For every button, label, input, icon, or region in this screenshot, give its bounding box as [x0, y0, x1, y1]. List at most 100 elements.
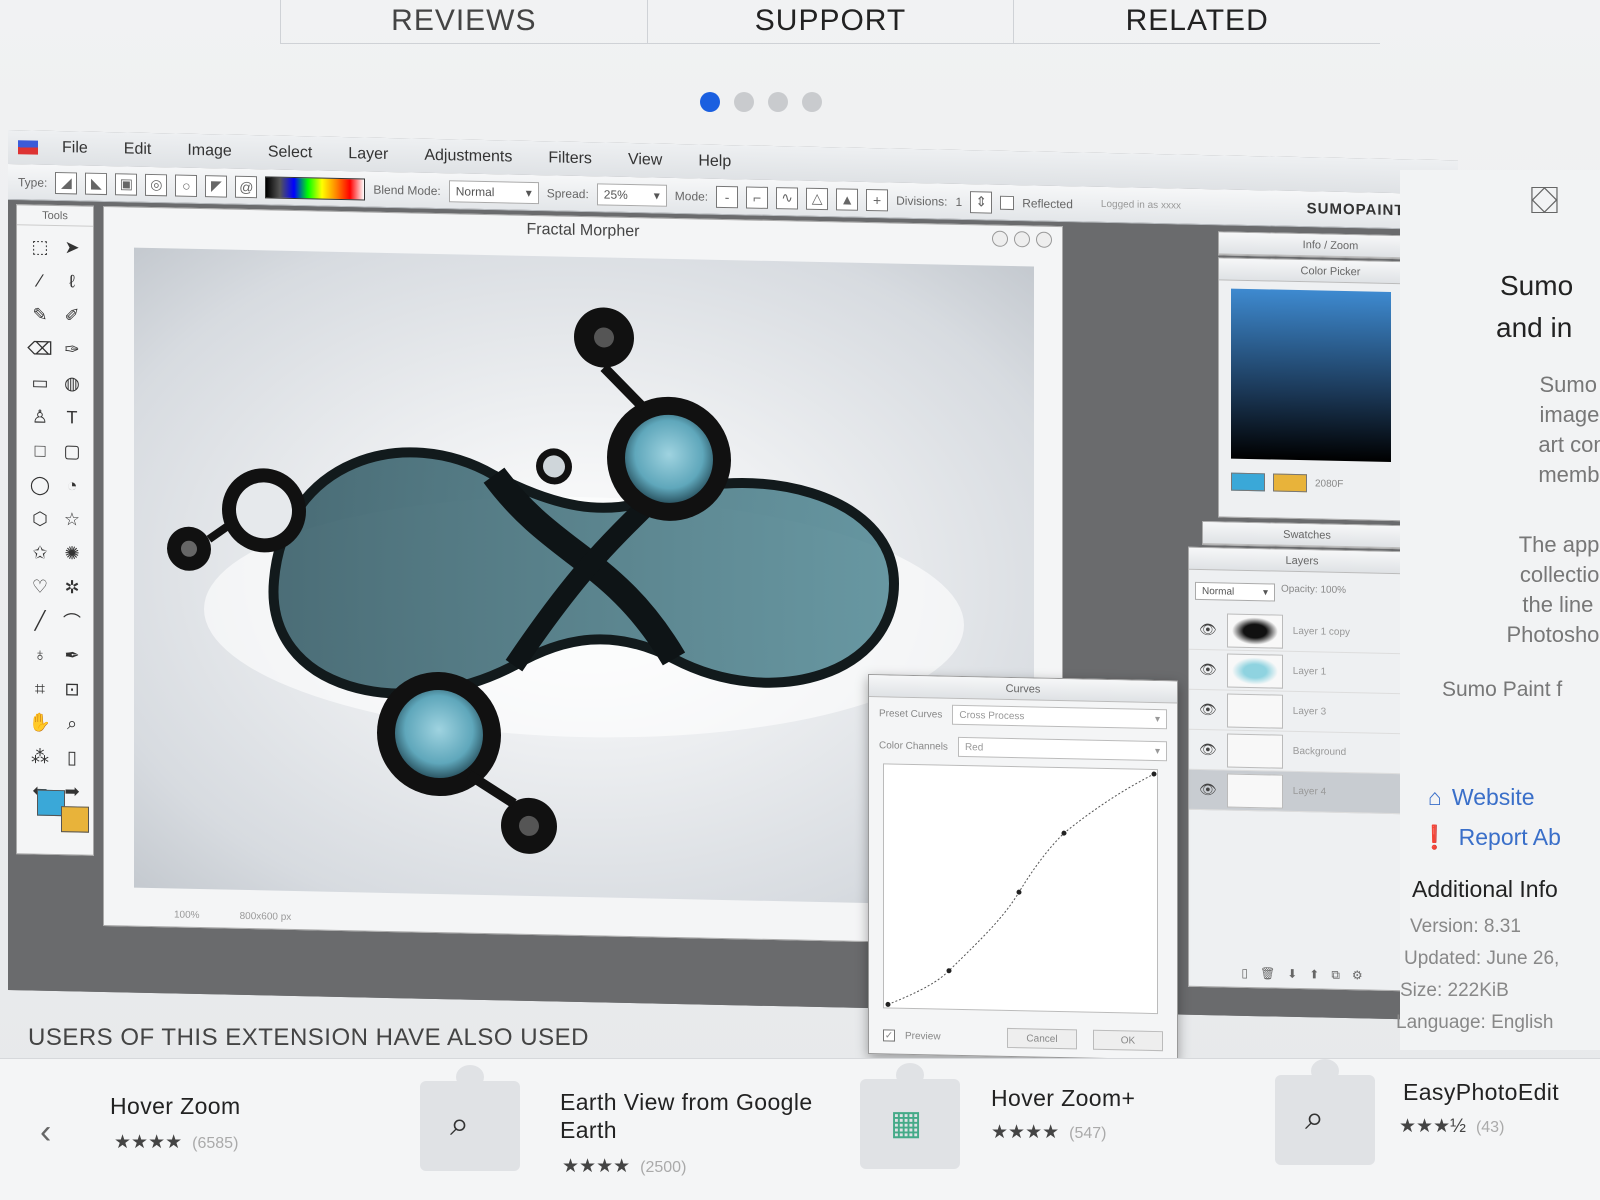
menu-adjustments[interactable]: Adjustments	[424, 147, 512, 167]
hand-tool-icon[interactable]: ✋	[27, 709, 53, 736]
menu-edit[interactable]: Edit	[124, 140, 152, 159]
mode-triangle-icon[interactable]: △	[806, 187, 829, 210]
text-tool-icon[interactable]: T	[59, 404, 85, 431]
layer-row[interactable]: 👁 Layer 4	[1189, 769, 1415, 815]
duplicate-layer-icon[interactable]: ⧉	[1331, 968, 1340, 983]
fill-tool-icon[interactable]: ◍	[59, 370, 85, 397]
picker-tool-icon[interactable]: ⁂	[27, 743, 53, 770]
gear-tool-icon[interactable]: ✲	[59, 574, 85, 601]
channel-select[interactable]: Red ▾	[957, 736, 1167, 762]
reflected-checkbox[interactable]	[1000, 195, 1015, 210]
swatches-panel[interactable]: Swatches	[1202, 521, 1412, 550]
carousel-dot[interactable]	[802, 92, 822, 112]
layer-row[interactable]: 👁 Background	[1189, 729, 1415, 775]
stamp-tool-icon[interactable]: ♙	[27, 403, 53, 430]
rounded-rect-tool-icon[interactable]: ▢	[59, 438, 85, 465]
eye-icon[interactable]: 👁	[1199, 741, 1217, 758]
blend-mode-select[interactable]: Normal ▾	[448, 179, 539, 204]
eye-icon[interactable]: 👁	[1199, 781, 1217, 798]
carousel-dot[interactable]	[700, 92, 720, 112]
gradient-tool-icon[interactable]: ▭	[27, 369, 53, 396]
eye-icon[interactable]: 👁	[1199, 661, 1217, 678]
cancel-button[interactable]: Cancel	[1007, 1027, 1077, 1050]
eye-icon[interactable]: 👁	[1199, 701, 1217, 718]
related-card[interactable]: Hover Zoom ★★★★ (6585) ⌕	[100, 1059, 530, 1200]
gradient-swatch[interactable]	[265, 175, 366, 200]
picker-bg-swatch[interactable]	[1273, 473, 1307, 493]
brush-tool-icon[interactable]: ✐	[59, 302, 85, 329]
gradient-spiral-icon[interactable]: @	[235, 175, 258, 198]
tab-related[interactable]: RELATED	[1013, 0, 1380, 43]
curve-point[interactable]	[885, 1001, 891, 1007]
eye-icon[interactable]: 👁	[1199, 621, 1217, 638]
wand-tool-icon[interactable]: ⁄	[27, 267, 53, 294]
rectangle-tool-icon[interactable]: □	[27, 437, 53, 464]
spread-input[interactable]: 25% ▾	[596, 182, 667, 207]
tab-reviews[interactable]: REVIEWS	[280, 0, 647, 43]
mode-flat-icon[interactable]: -	[716, 185, 739, 208]
report-abuse-link[interactable]: ❗ Report Ab	[1420, 824, 1561, 851]
gradient-reflect-icon[interactable]: ◣	[85, 172, 108, 195]
divisions-stepper[interactable]: ⇕	[970, 190, 993, 214]
shape-tool-icon[interactable]: ◔	[59, 472, 85, 499]
picker-fg-swatch[interactable]	[1231, 472, 1265, 492]
layer-opacity[interactable]: Opacity: 100%	[1281, 584, 1346, 603]
lasso-tool-icon[interactable]: ℓ	[59, 268, 85, 295]
menu-filters[interactable]: Filters	[548, 149, 592, 168]
heart-tool-icon[interactable]: ♡	[27, 573, 53, 600]
gradient-radial-icon[interactable]: ◎	[145, 173, 168, 196]
preset-select[interactable]: Cross Process ▾	[952, 704, 1167, 730]
gradient-ring-icon[interactable]: ○	[175, 174, 198, 197]
divisions-value[interactable]: 1	[956, 194, 963, 208]
marquee-tool-icon[interactable]: ⬚	[27, 233, 53, 260]
layer-settings-icon[interactable]: ⚙	[1352, 968, 1363, 983]
mode-step-icon[interactable]: ⌐	[746, 185, 769, 209]
menu-view[interactable]: View	[628, 151, 662, 170]
delete-layer-icon[interactable]: 🗑	[1260, 966, 1275, 981]
gradient-linear-icon[interactable]: ◢	[55, 171, 78, 194]
close-icon[interactable]	[1036, 231, 1052, 248]
zoom-tool-icon[interactable]: ⌕	[59, 710, 85, 737]
line-tool-icon[interactable]: ╱	[27, 607, 53, 634]
burst-tool-icon[interactable]: ✺	[59, 540, 85, 567]
slice-tool-icon[interactable]: ⊡	[59, 676, 85, 703]
dropper-tool-icon[interactable]: ♁	[27, 641, 53, 668]
bucket-tool-icon[interactable]: ▯	[59, 744, 85, 771]
star-tool-icon[interactable]: ☆	[59, 506, 85, 533]
curve-tool-icon[interactable]: ⌒	[59, 608, 85, 635]
menu-select[interactable]: Select	[268, 143, 312, 162]
menu-help[interactable]: Help	[698, 152, 731, 171]
crop-tool-icon[interactable]: ⌗	[27, 675, 53, 702]
layer-row[interactable]: 👁 Layer 3	[1189, 689, 1415, 735]
pen-tool-icon[interactable]: ✒	[59, 642, 85, 669]
menu-file[interactable]: File	[62, 139, 88, 158]
chevron-left-icon[interactable]: ‹	[40, 1113, 51, 1152]
star2-tool-icon[interactable]: ✩	[27, 539, 53, 566]
menu-layer[interactable]: Layer	[348, 145, 388, 164]
pencil-tool-icon[interactable]: ✎	[27, 301, 53, 328]
background-color[interactable]	[61, 806, 89, 833]
mode-wave-icon[interactable]: ∿	[776, 186, 799, 210]
layer-row[interactable]: 👁 Layer 1 copy	[1189, 609, 1415, 655]
related-card[interactable]: EasyPhotoEdit ★★★½ (43)	[1395, 1059, 1600, 1200]
smudge-tool-icon[interactable]: ✑	[59, 336, 85, 363]
gradient-square-icon[interactable]: ▣	[115, 172, 138, 196]
eraser-tool-icon[interactable]: ⌫	[27, 335, 53, 362]
move-tool-icon[interactable]: ➤	[59, 234, 85, 261]
layer-blend-select[interactable]: Normal ▾	[1195, 581, 1275, 602]
layer-down-icon[interactable]: ⬇	[1287, 967, 1297, 982]
curves-graph[interactable]	[883, 763, 1158, 1015]
gradient-angle-icon[interactable]: ◤	[205, 174, 228, 198]
preview-checkbox[interactable]: ✓	[883, 1029, 895, 1042]
curve-point[interactable]	[1151, 771, 1157, 777]
new-layer-icon[interactable]: ▯	[1241, 966, 1248, 981]
menu-image[interactable]: Image	[187, 142, 231, 161]
maximize-icon[interactable]	[1014, 231, 1030, 248]
layer-up-icon[interactable]: ⬆	[1309, 967, 1319, 982]
website-link[interactable]: ⌂ Website	[1428, 784, 1535, 811]
ellipse-tool-icon[interactable]: ◯	[27, 471, 53, 498]
minimize-icon[interactable]	[992, 230, 1008, 247]
ok-button[interactable]: OK	[1093, 1029, 1163, 1052]
curve-point[interactable]	[1016, 889, 1022, 895]
mode-plus-icon[interactable]: +	[866, 188, 889, 211]
